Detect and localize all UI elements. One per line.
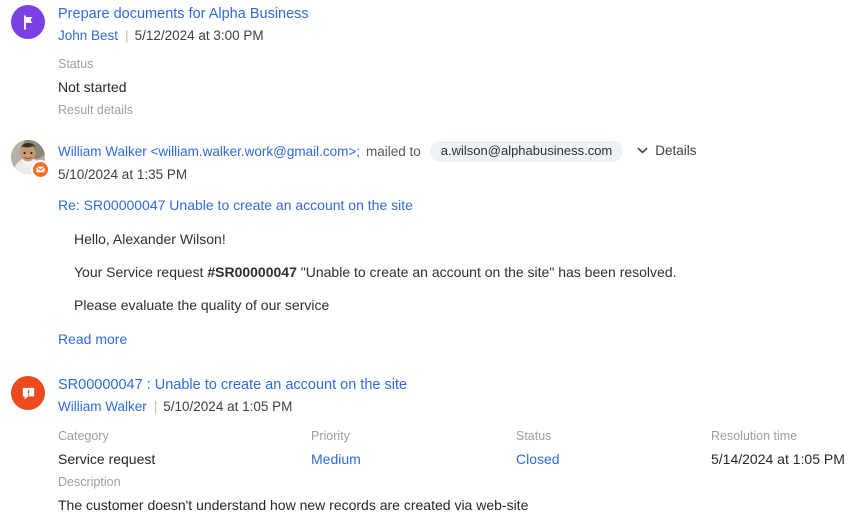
flag-icon — [11, 5, 45, 39]
task-date: 5/12/2024 at 3:00 PM — [134, 28, 264, 43]
email-details-toggle[interactable]: Details — [637, 140, 697, 160]
task-field-grid: Status Not started Result details — [58, 56, 858, 117]
email-paragraph: Please evaluate the quality of our servi… — [74, 297, 330, 313]
read-more-link[interactable]: Read more — [58, 330, 127, 349]
case-field-priority-label: Priority — [311, 429, 350, 443]
envelope-icon — [33, 162, 48, 177]
task-title-link[interactable]: Prepare documents for Alpha Business — [58, 5, 309, 24]
email-paragraph: Your Service request #SR00000047 "Unable… — [74, 263, 858, 282]
case-description-label: Description — [58, 475, 121, 489]
task-field-status-value: Not started — [58, 79, 127, 95]
case-meta: William Walker | 5/10/2024 at 1:05 PM — [58, 398, 858, 416]
case-field-priority-value[interactable]: Medium — [311, 450, 361, 469]
case-field-category: Category Service request — [58, 428, 155, 469]
case-title-link[interactable]: SR00000047 : Unable to create an account… — [58, 376, 407, 395]
case-field-resolution-time-label: Resolution time — [711, 429, 798, 443]
email-message-body: Hello, Alexander Wilson! Your Service re… — [74, 230, 858, 315]
task-author-link[interactable]: John Best — [58, 28, 118, 43]
email-header-row: William Walker <william.walker.work@gmai… — [58, 140, 858, 162]
activity-timeline: Prepare documents for Alpha Business Joh… — [0, 0, 858, 522]
case-author-link[interactable]: William Walker — [58, 399, 147, 414]
case-body: SR00000047 : Unable to create an account… — [58, 376, 858, 515]
email-recipient-pill[interactable]: a.wilson@alphabusiness.com — [429, 141, 624, 162]
case-field-resolution-time: Resolution time 5/14/2024 at 1:05 PM — [711, 428, 845, 469]
case-field-category-label: Category — [58, 429, 109, 443]
chevron-down-icon — [637, 140, 648, 159]
envelope-badge — [31, 160, 50, 179]
task-body: Prepare documents for Alpha Business Joh… — [58, 5, 858, 117]
case-field-category-value: Service request — [58, 451, 156, 467]
meta-separator: | — [153, 399, 158, 414]
case-field-status-value[interactable]: Closed — [516, 450, 560, 469]
case-field-resolution-time-value: 5/14/2024 at 1:05 PM — [711, 451, 845, 467]
case-description: Description The customer doesn't underst… — [58, 474, 858, 515]
case-field-status-label: Status — [516, 429, 552, 443]
meta-separator: | — [125, 28, 129, 43]
task-result-details-label: Result details — [58, 103, 134, 117]
timeline-entry-task: Prepare documents for Alpha Business Joh… — [0, 5, 858, 117]
email-request-number: #SR00000047 — [207, 264, 297, 280]
email-paragraph: Hello, Alexander Wilson! — [74, 231, 226, 247]
case-description-value: The customer doesn't understand how new … — [58, 497, 529, 513]
case-field-priority: Priority Medium — [311, 428, 361, 469]
timeline-entry-email: William Walker <william.walker.work@gmai… — [0, 140, 858, 349]
email-para-prefix: Your Service request — [74, 264, 208, 280]
case-field-grid: Category Service request Priority Medium… — [58, 428, 858, 474]
email-sender-link[interactable]: William Walker <william.walker.work@gmai… — [58, 144, 360, 159]
email-date: 5/10/2024 at 1:35 PM — [58, 167, 188, 182]
email-para-suffix: "Unable to create an account on the site… — [296, 264, 677, 280]
case-date: 5/10/2024 at 1:05 PM — [163, 399, 293, 414]
task-field-status: Status Not started — [58, 56, 126, 97]
speech-bubble-alert-icon — [11, 376, 45, 410]
case-field-status: Status Closed — [516, 428, 560, 469]
email-subject-link[interactable]: Re: SR00000047 Unable to create an accou… — [58, 196, 858, 215]
email-details-label: Details — [655, 143, 697, 158]
task-field-status-label: Status — [58, 57, 94, 71]
task-meta: John Best | 5/12/2024 at 3:00 PM — [58, 27, 858, 45]
timeline-entry-case: SR00000047 : Unable to create an account… — [0, 376, 858, 515]
email-body-wrap: William Walker <william.walker.work@gmai… — [58, 140, 858, 349]
mailed-to-label: mailed to — [366, 144, 421, 159]
